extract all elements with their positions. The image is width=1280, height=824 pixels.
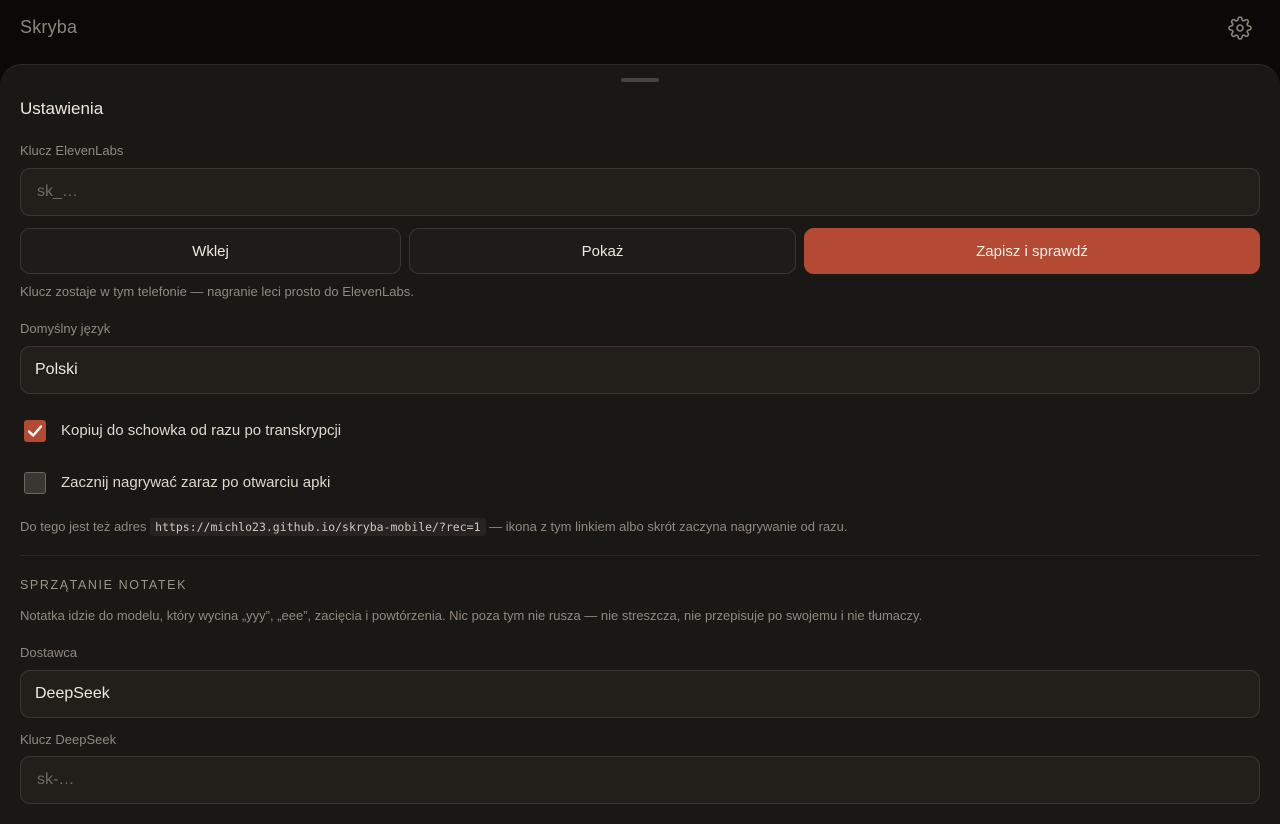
deepseek-key-label: Klucz DeepSeek	[20, 732, 117, 747]
url-hint-after: — ikona z tym linkiem albo skrót zaczyna…	[489, 519, 848, 534]
save-and-verify-button[interactable]: Zapisz i sprawdź	[804, 228, 1260, 274]
drag-handle[interactable]	[621, 78, 659, 82]
autostart-recording-label[interactable]: Zacznij nagrywać zaraz po otwarciu apki	[61, 474, 330, 491]
copy-to-clipboard-checkbox[interactable]	[24, 420, 46, 442]
language-label: Domyślny język	[20, 321, 111, 336]
deepseek-key-input[interactable]	[35, 770, 1245, 790]
url-hint: Do tego jest też adres https://michlo23.…	[20, 518, 848, 536]
paste-button[interactable]: Wklej	[20, 228, 401, 274]
elevenlabs-key-input[interactable]	[35, 182, 1245, 202]
gear-icon[interactable]	[1228, 16, 1252, 40]
autostart-recording-checkbox[interactable]	[24, 472, 46, 494]
provider-select[interactable]: DeepSeek	[20, 670, 1260, 718]
deepseek-key-field[interactable]	[20, 756, 1260, 804]
sheet-title: Ustawienia	[20, 99, 104, 118]
record-url: https://michlo23.github.io/skryba-mobile…	[150, 518, 486, 536]
settings-sheet: Ustawienia Klucz ElevenLabs Wklej Pokaż …	[0, 64, 1280, 824]
url-hint-before: Do tego jest też adres	[20, 519, 147, 534]
show-key-button[interactable]: Pokaż	[409, 228, 796, 274]
copy-to-clipboard-label[interactable]: Kopiuj do schowka od razu po transkrypcj…	[61, 422, 341, 439]
elevenlabs-key-field[interactable]	[20, 168, 1260, 216]
top-bar: Skryba	[0, 0, 1280, 64]
cleanup-description: Notatka idzie do modelu, który wycina „y…	[20, 608, 923, 623]
app-title: Skryba	[20, 17, 78, 37]
language-value: Polski	[35, 361, 78, 378]
language-select[interactable]: Polski	[20, 346, 1260, 394]
cleanup-section-heading: SPRZĄTANIE NOTATEK	[20, 578, 188, 592]
provider-label: Dostawca	[20, 645, 78, 660]
provider-value: DeepSeek	[35, 685, 110, 702]
elevenlabs-hint: Klucz zostaje w tym telefonie — nagranie…	[20, 284, 414, 299]
section-divider	[20, 555, 1260, 556]
elevenlabs-key-label: Klucz ElevenLabs	[20, 143, 124, 158]
checkmark-icon	[27, 425, 43, 437]
